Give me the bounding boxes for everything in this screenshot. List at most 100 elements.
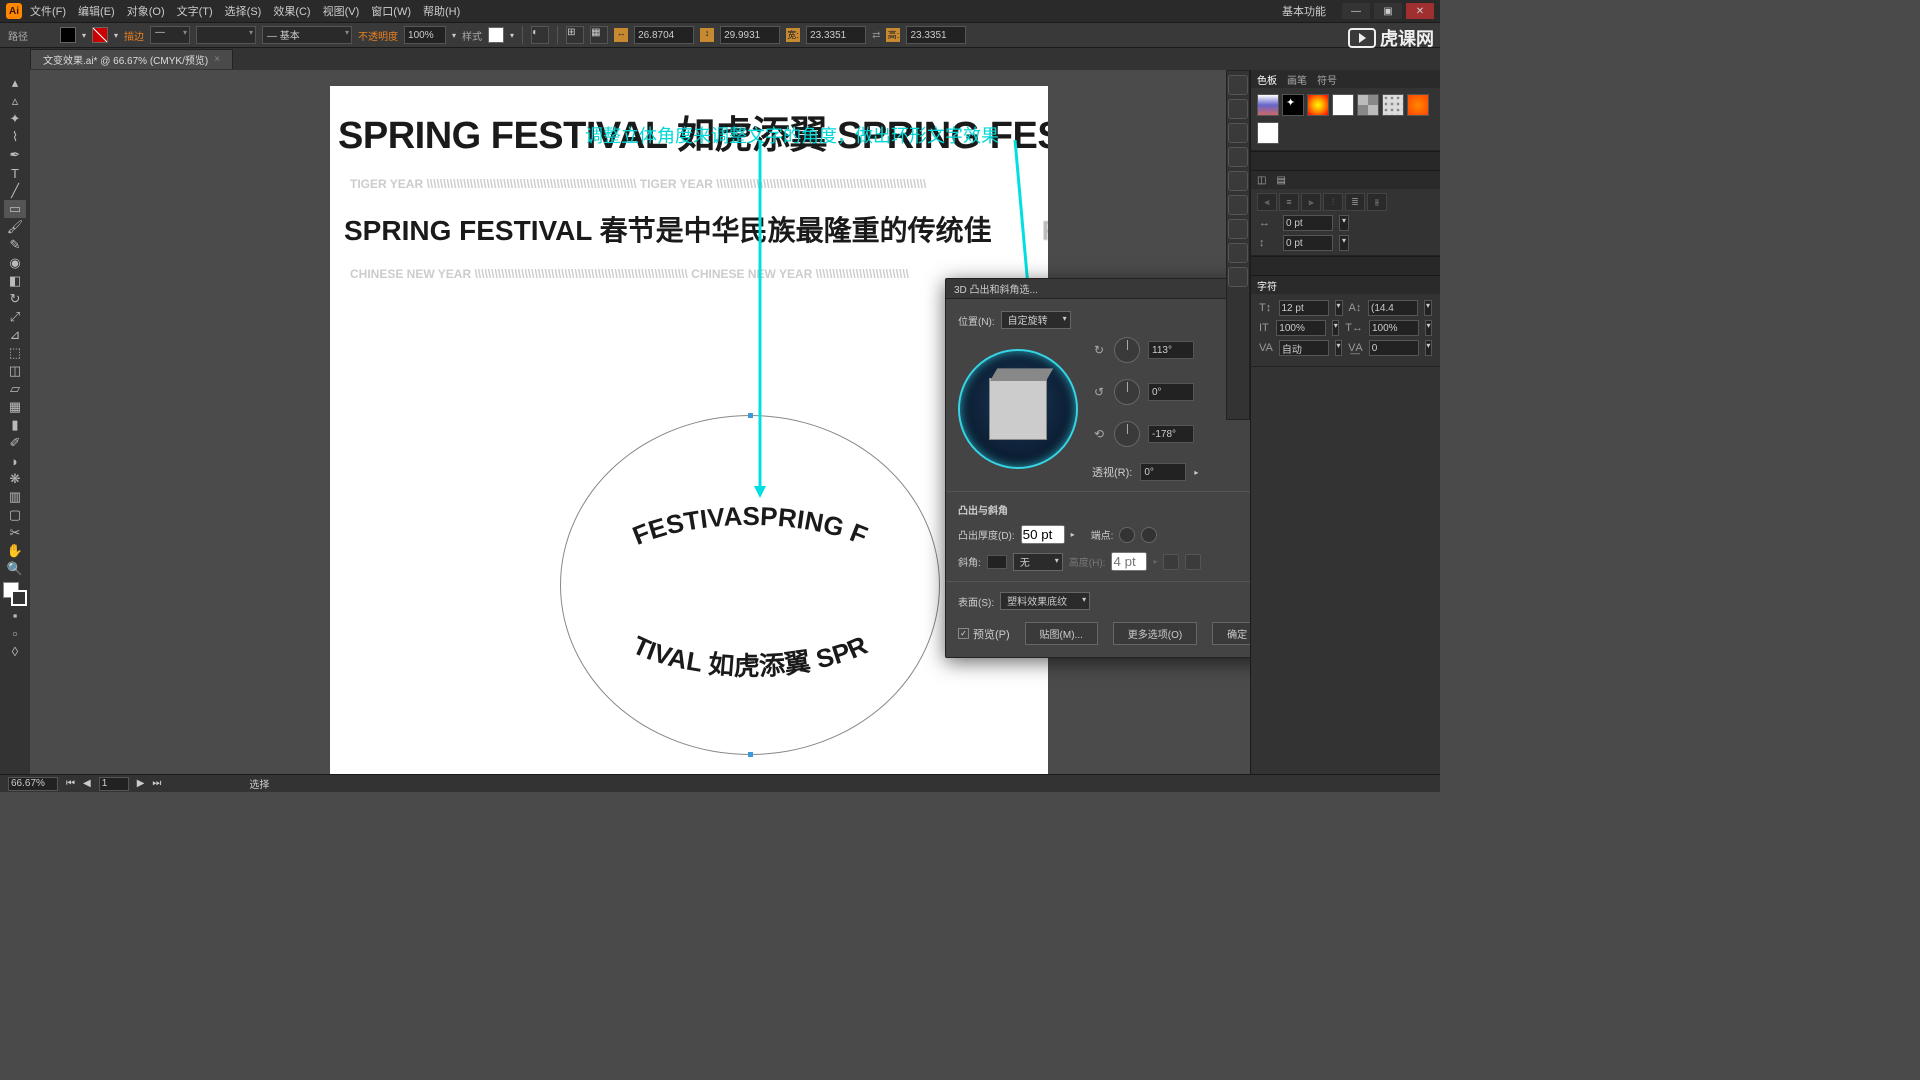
menu-file[interactable]: 文件(F) (30, 3, 66, 19)
opacity-label[interactable]: 不透明度 (358, 28, 398, 43)
nav-first-icon[interactable]: ⏮ (66, 778, 75, 789)
selection-tool[interactable]: ▴ (4, 74, 26, 92)
height-input[interactable] (720, 26, 780, 44)
graph-tool[interactable]: ▥ (4, 488, 26, 506)
more-options-button[interactable]: 更多选项(O) (1113, 622, 1197, 645)
width-tool[interactable]: ⊿ (4, 326, 26, 344)
close-button[interactable]: ✕ (1406, 3, 1434, 19)
opacity-input[interactable] (404, 26, 446, 44)
brush-select[interactable] (196, 26, 256, 44)
swatch-item[interactable] (1332, 94, 1354, 116)
dock-stroke-icon[interactable] (1228, 123, 1248, 143)
brush-tool[interactable]: 🖌 (4, 218, 26, 236)
blend-tool[interactable]: ◗ (4, 452, 26, 470)
bevel-select[interactable]: 无 (1013, 553, 1063, 571)
map-art-button[interactable]: 贴图(M)... (1025, 622, 1098, 645)
dock-artboards-icon[interactable] (1228, 267, 1248, 287)
lasso-tool[interactable]: ⌇ (4, 128, 26, 146)
align-left-button[interactable]: ⫷ (1257, 193, 1277, 211)
menu-object[interactable]: 对象(O) (127, 3, 165, 19)
align-center-v-button[interactable]: ≣ (1345, 193, 1365, 211)
hscale-input[interactable] (1369, 320, 1419, 336)
align-icon[interactable]: ⊞ (566, 26, 584, 44)
symbol-sprayer-tool[interactable]: ❋ (4, 470, 26, 488)
blob-brush-tool[interactable]: ◉ (4, 254, 26, 272)
gradient-tool[interactable]: ▮ (4, 416, 26, 434)
surface-select[interactable]: 塑料效果底纹 (1000, 592, 1090, 610)
stroke-label[interactable]: 描边 (124, 28, 144, 43)
swatch-item[interactable] (1307, 94, 1329, 116)
mesh-tool[interactable]: ▦ (4, 398, 26, 416)
document-tab[interactable]: 文变效果.ai* @ 66.67% (CMYK/预览) × (30, 49, 233, 69)
width-input[interactable] (634, 26, 694, 44)
direct-selection-tool[interactable]: ▵ (4, 92, 26, 110)
align-bottom-button[interactable]: ⫵ (1367, 193, 1387, 211)
transform-icon[interactable]: ▦ (590, 26, 608, 44)
tab-brushes[interactable]: 画笔 (1287, 72, 1307, 87)
dock-color-guide-icon[interactable] (1228, 99, 1248, 119)
tab-swatches[interactable]: 色板 (1257, 72, 1277, 87)
menu-view[interactable]: 视图(V) (323, 3, 360, 19)
tab-symbols[interactable]: 符号 (1317, 72, 1337, 87)
perspective-input[interactable] (1140, 463, 1186, 481)
menu-edit[interactable]: 编辑(E) (78, 3, 115, 19)
hand-tool[interactable]: ✋ (4, 542, 26, 560)
magic-wand-tool[interactable]: ✦ (4, 110, 26, 128)
dash-select[interactable]: — 基本 (262, 26, 352, 44)
swatch-item[interactable] (1357, 94, 1379, 116)
axis-y-knob[interactable] (1114, 379, 1140, 405)
maximize-button[interactable]: ▣ (1374, 3, 1402, 19)
type-tool[interactable]: T (4, 164, 26, 182)
minimize-button[interactable]: — (1342, 3, 1370, 19)
dock-gradient-icon[interactable] (1228, 147, 1248, 167)
eraser-tool[interactable]: ◧ (4, 272, 26, 290)
axis-z-input[interactable] (1148, 425, 1194, 443)
cap-off-button[interactable] (1141, 527, 1157, 543)
circle-text-object[interactable]: FESTIVASPRING F TIVAL 如虎添翼 SPR (560, 415, 940, 755)
scale-tool[interactable]: ⤢ (4, 308, 26, 326)
fill-stroke-indicator[interactable] (3, 582, 27, 606)
pencil-tool[interactable]: ✎ (4, 236, 26, 254)
fill-swatch[interactable] (60, 27, 76, 43)
fontsize-input[interactable] (1279, 300, 1329, 316)
recolor-icon[interactable]: ◐ (531, 26, 549, 44)
cap-on-button[interactable] (1119, 527, 1135, 543)
screen-mode-icon[interactable]: ▫ (4, 624, 26, 642)
artboard-tool[interactable]: ▢ (4, 506, 26, 524)
leading-input[interactable] (1368, 300, 1418, 316)
free-transform-tool[interactable]: ⬚ (4, 344, 26, 362)
tracking-input[interactable] (1369, 340, 1419, 356)
perspective-tool[interactable]: ▱ (4, 380, 26, 398)
handle-top[interactable] (748, 413, 753, 418)
draw-mode-icon[interactable]: ◊ (4, 642, 26, 660)
dock-graphic-styles-icon[interactable] (1228, 219, 1248, 239)
page-input[interactable] (99, 777, 129, 791)
preview-checkbox[interactable]: ✓预览(P) (958, 626, 1010, 642)
axis-z-knob[interactable] (1114, 421, 1140, 447)
swatch-item[interactable] (1382, 94, 1404, 116)
swatch-item[interactable] (1257, 94, 1279, 116)
shape-builder-tool[interactable]: ◫ (4, 362, 26, 380)
color-mode-icon[interactable]: ▪ (4, 606, 26, 624)
y-input[interactable] (906, 26, 966, 44)
pen-tool[interactable]: ✒ (4, 146, 26, 164)
dock-color-icon[interactable] (1228, 75, 1248, 95)
x-input[interactable] (806, 26, 866, 44)
swatch-item[interactable] (1257, 122, 1279, 144)
menu-select[interactable]: 选择(S) (225, 3, 262, 19)
axis-x-input[interactable] (1148, 341, 1194, 359)
swatch-item[interactable] (1407, 94, 1429, 116)
axis-x-knob[interactable] (1114, 337, 1140, 363)
tab-character[interactable]: 字符 (1257, 278, 1277, 293)
align-center-h-button[interactable]: ≡ (1279, 193, 1299, 211)
menu-type[interactable]: 文字(T) (177, 3, 213, 19)
workspace-switcher[interactable]: 基本功能 (1282, 3, 1326, 19)
axis-y-input[interactable] (1148, 383, 1194, 401)
zoom-input[interactable] (8, 777, 58, 791)
rotation-cube[interactable] (958, 349, 1078, 469)
kerning-input[interactable] (1279, 340, 1329, 356)
rotate-tool[interactable]: ↻ (4, 290, 26, 308)
stroke-swatch[interactable] (92, 27, 108, 43)
menu-effect[interactable]: 效果(C) (273, 3, 310, 19)
nav-next-icon[interactable]: ▶ (137, 778, 145, 789)
